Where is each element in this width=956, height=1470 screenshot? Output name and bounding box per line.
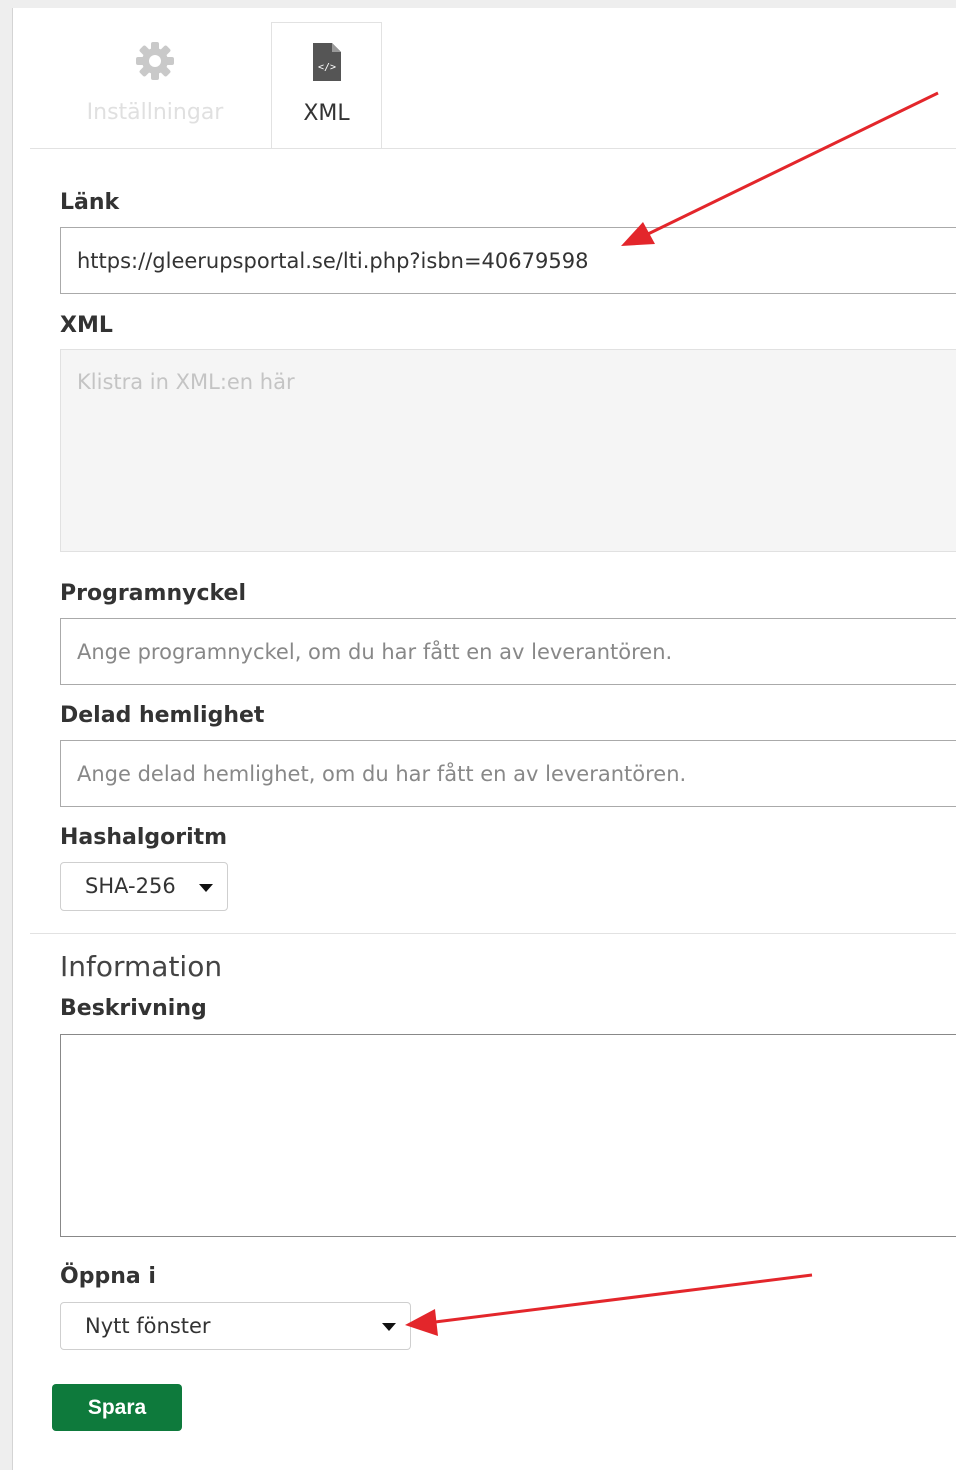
link-label: Länk xyxy=(60,190,120,215)
chevron-down-icon xyxy=(199,883,213,892)
hash-algorithm-select[interactable]: SHA-256 xyxy=(60,862,228,911)
hash-algorithm-value: SHA-256 xyxy=(85,874,176,898)
link-input[interactable] xyxy=(60,227,956,294)
arrow-to-open-in-select xyxy=(405,1273,813,1336)
tab-bar-border xyxy=(30,148,956,149)
open-in-label: Öppna i xyxy=(60,1264,156,1289)
program-key-input[interactable] xyxy=(60,618,956,685)
shared-secret-input[interactable] xyxy=(60,740,956,807)
left-rail xyxy=(0,8,13,1470)
xml-textarea[interactable] xyxy=(60,349,956,552)
annotation-arrows xyxy=(405,91,939,1336)
code-file-icon: </> xyxy=(311,41,343,87)
arrow-to-link-field xyxy=(621,91,939,246)
xml-label: XML xyxy=(60,313,113,338)
gear-icon xyxy=(134,40,176,86)
tab-settings[interactable]: Inställningar xyxy=(40,22,270,149)
tab-xml-label: XML xyxy=(303,101,350,126)
information-heading: Information xyxy=(60,950,223,983)
save-button[interactable]: Spara xyxy=(52,1384,182,1431)
open-in-select[interactable]: Nytt fönster xyxy=(60,1302,411,1350)
description-textarea[interactable] xyxy=(60,1034,956,1237)
description-label: Beskrivning xyxy=(60,996,207,1021)
top-strip xyxy=(0,0,956,8)
hash-algorithm-label: Hashalgoritm xyxy=(60,825,228,850)
tab-xml[interactable]: </> XML xyxy=(271,22,382,149)
chevron-down-icon xyxy=(382,1323,396,1331)
svg-text:</>: </> xyxy=(317,62,335,73)
open-in-value: Nytt fönster xyxy=(85,1314,211,1338)
program-key-label: Programnyckel xyxy=(60,581,247,606)
section-divider xyxy=(30,933,956,934)
tab-settings-label: Inställningar xyxy=(86,100,224,125)
shared-secret-label: Delad hemlighet xyxy=(60,703,265,728)
